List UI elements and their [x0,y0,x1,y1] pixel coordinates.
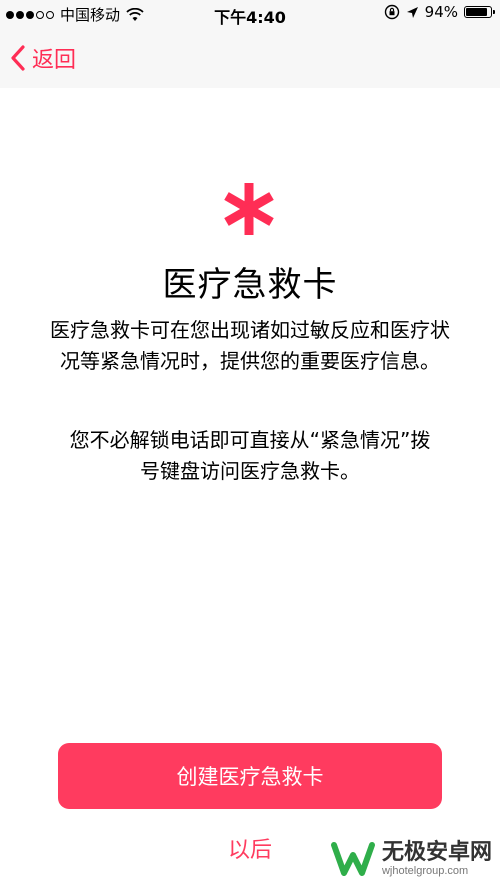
battery-percent: 94% [424,3,458,21]
battery-fill [466,8,487,16]
chevron-left-icon [11,45,25,71]
orientation-lock-icon [384,4,399,20]
create-medical-id-button[interactable]: 创建医疗急救卡 [58,743,442,809]
page-title: 医疗急救卡 [162,265,338,305]
back-button[interactable]: 返回 [10,42,76,74]
description-text: 医疗急救卡可在您出现诸如过敏反应和医疗状况等紧急情况时，提供您的重要医疗信息。 [50,318,450,373]
back-label: 返回 [32,48,77,73]
navigation-bar: 返回 [0,28,500,88]
status-right: 94% [384,3,495,21]
battery-icon [464,6,495,18]
later-button[interactable]: 以后 [200,832,300,864]
status-bar: 中国移动 下午4:40 94% [0,0,500,28]
location-arrow-icon [406,6,418,18]
watermark-name: 无极安卓网 [381,839,492,865]
medical-asterisk-icon [224,183,274,235]
watermark-logo-icon [330,842,375,876]
lockscreen-access-text: 您不必解锁电话即可直接从“紧急情况”拨号键盘访问医疗急救卡。 [69,428,431,483]
watermark-url: wjhotelgroup.com [381,865,469,878]
watermark: 无极安卓网 wjhotelgroup.com [330,839,492,879]
